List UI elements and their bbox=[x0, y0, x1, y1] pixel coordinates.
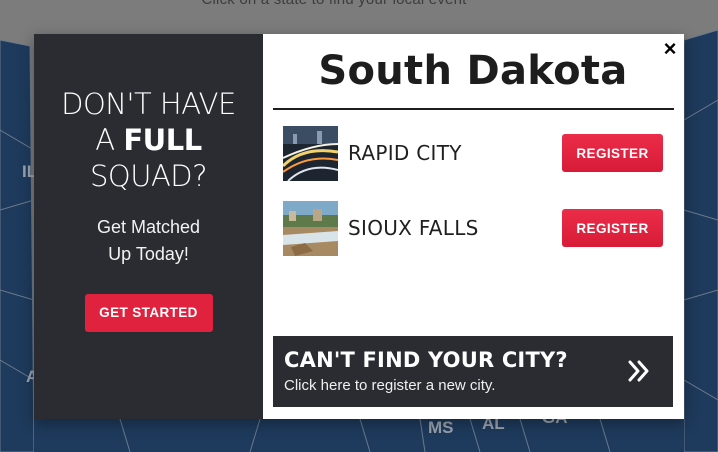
map-hint-text: Click on a state to find your local even… bbox=[0, 0, 668, 8]
promo-subtext: Get Matched Up Today! bbox=[34, 214, 263, 268]
state-title: South Dakota bbox=[318, 48, 628, 94]
cities-panel: × South Dakota RAPID CITY REGISTER SIOUX… bbox=[263, 34, 684, 419]
title-divider bbox=[273, 108, 674, 110]
promo-headline-line2: A FULL bbox=[95, 123, 202, 157]
sioux-falls-thumbnail bbox=[283, 200, 338, 256]
promo-headline-emphasis: FULL bbox=[123, 123, 202, 157]
promo-subtext-line2: Up Today! bbox=[108, 244, 189, 264]
rapid-city-thumbnail bbox=[283, 125, 338, 181]
city-list: RAPID CITY REGISTER SIOUX FALLS REGISTER bbox=[273, 125, 673, 256]
promo-panel: DON'T HAVE A FULL SQUAD? Get Matched Up … bbox=[34, 34, 263, 419]
cant-find-city-banner[interactable]: CAN'T FIND YOUR CITY? Click here to regi… bbox=[273, 336, 673, 407]
cant-find-title: CAN'T FIND YOUR CITY? bbox=[284, 348, 568, 372]
promo-headline-line1: DON'T HAVE bbox=[61, 87, 236, 121]
close-icon[interactable]: × bbox=[660, 38, 680, 60]
map-label-ms: MS bbox=[428, 418, 454, 437]
double-chevron-right-icon[interactable] bbox=[627, 358, 651, 384]
register-button-sioux-falls[interactable]: REGISTER bbox=[562, 209, 663, 247]
get-started-button[interactable]: GET STARTED bbox=[84, 294, 213, 332]
promo-subtext-line1: Get Matched bbox=[96, 217, 201, 237]
promo-headline-line3: SQUAD? bbox=[89, 159, 208, 193]
register-button-rapid-city[interactable]: REGISTER bbox=[562, 134, 663, 172]
city-row-sioux-falls: SIOUX FALLS REGISTER bbox=[273, 200, 673, 256]
cant-find-subtitle: Click here to register a new city. bbox=[284, 377, 496, 394]
city-row-rapid-city: RAPID CITY REGISTER bbox=[273, 125, 673, 181]
city-name: SIOUX FALLS bbox=[348, 216, 479, 240]
promo-headline: DON'T HAVE A FULL SQUAD? bbox=[34, 86, 263, 194]
state-events-modal: DON'T HAVE A FULL SQUAD? Get Matched Up … bbox=[34, 34, 684, 419]
city-name: RAPID CITY bbox=[348, 141, 462, 165]
